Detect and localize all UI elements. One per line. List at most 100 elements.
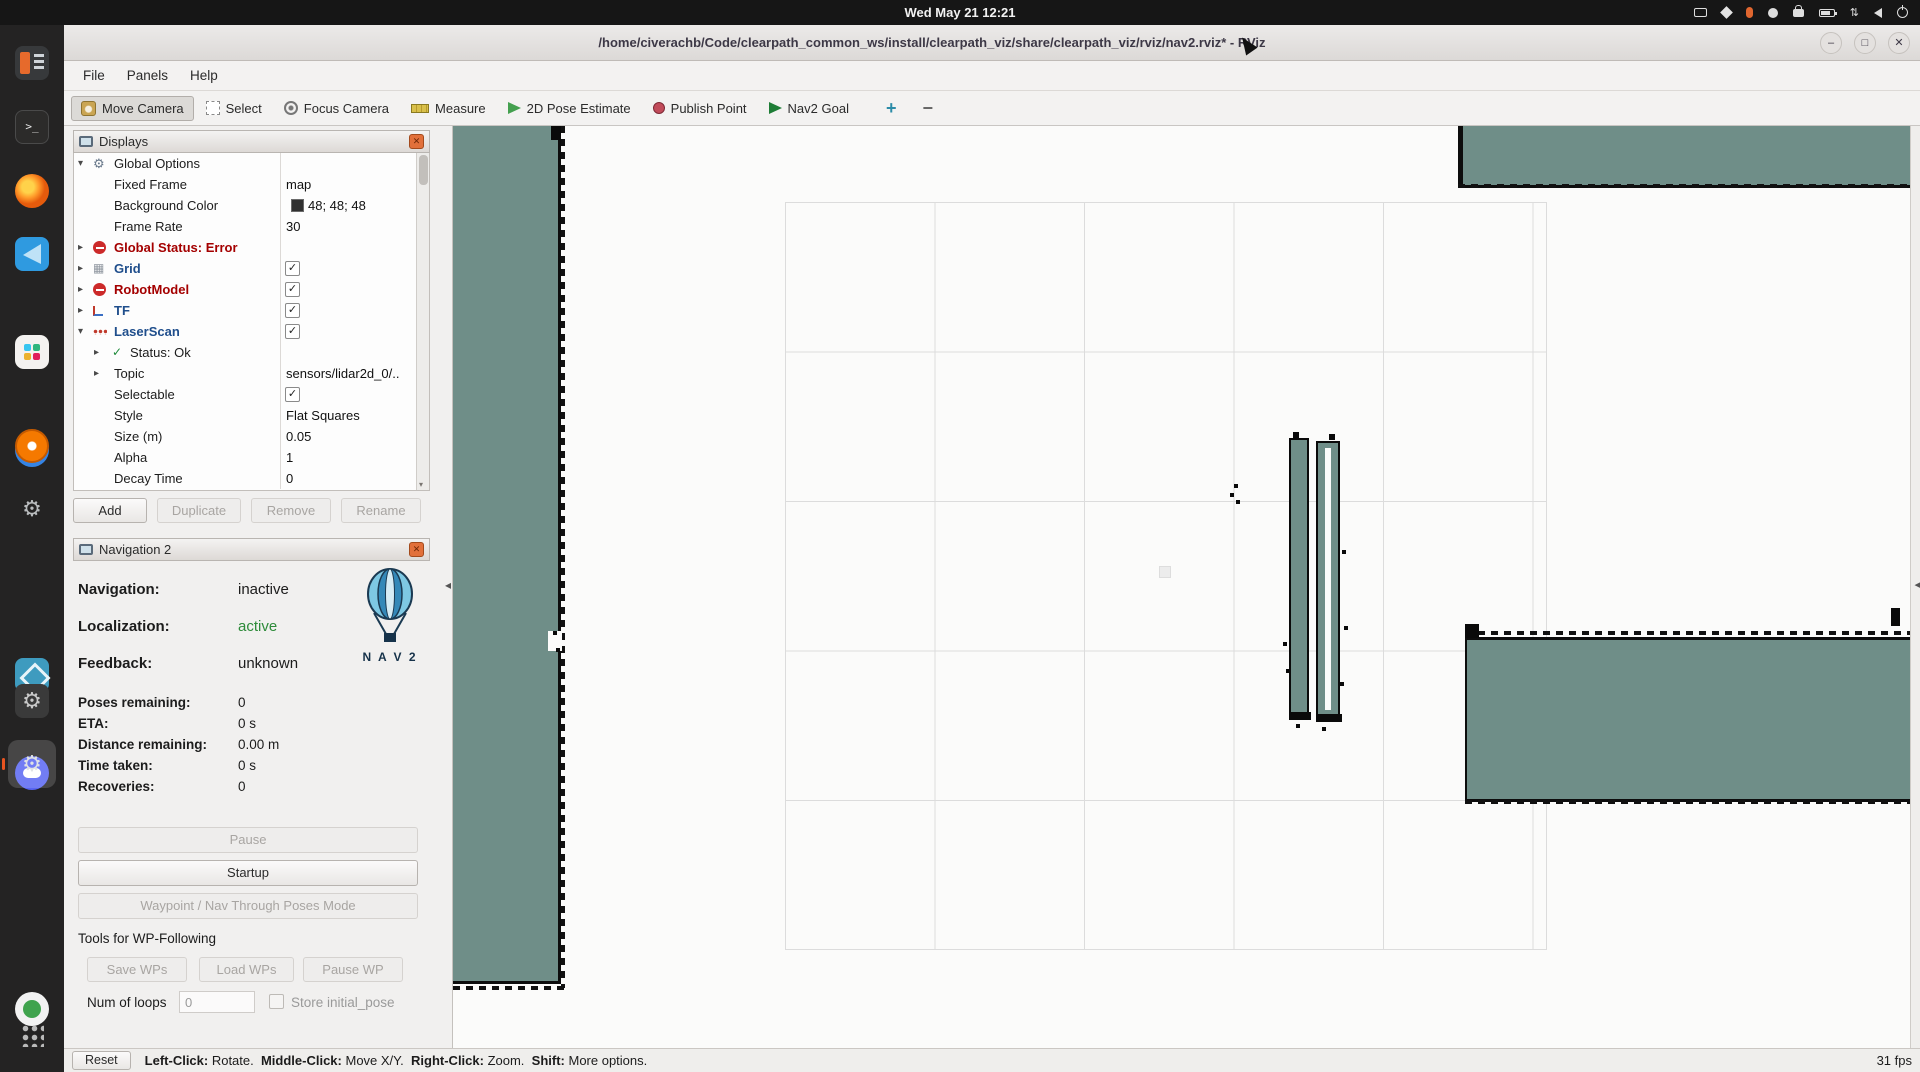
map-wall-left-speckle — [561, 126, 565, 988]
rename-button[interactable]: Rename — [341, 498, 421, 523]
store-initial-pose-checkbox[interactable] — [269, 994, 284, 1009]
style-value[interactable]: Flat Squares — [281, 405, 418, 426]
scroll-down-icon[interactable]: ▾ — [419, 480, 423, 489]
row-topic[interactable]: ▸ Topic sensors/lidar2d_0/.. — [74, 363, 429, 384]
displays-panel-header[interactable]: Displays ✕ — [73, 130, 430, 153]
system-clock[interactable]: Wed May 21 12:21 — [0, 0, 1920, 25]
grid-checkbox[interactable]: ✓ — [285, 261, 300, 276]
text-editor-icon[interactable] — [15, 46, 49, 80]
row-global-options[interactable]: ▾ ⚙ Global Options — [74, 153, 429, 174]
map-speckle — [1891, 608, 1900, 626]
show-applications-icon[interactable] — [20, 1023, 44, 1047]
expand-arrow-icon[interactable]: ▾ — [78, 153, 92, 174]
tool-nav2-goal[interactable]: Nav2 Goal — [759, 96, 859, 121]
scrollbar-thumb[interactable] — [419, 155, 428, 185]
topic-value[interactable]: sensors/lidar2d_0/.. — [281, 363, 418, 384]
remove-tool-button[interactable]: − — [914, 98, 941, 119]
dock: >_ ⚙ ⚙ ⚙ — [0, 25, 64, 1072]
close-button[interactable]: ✕ — [1888, 32, 1910, 54]
tool-measure[interactable]: Measure — [401, 96, 496, 121]
tool-select[interactable]: Select — [196, 96, 272, 121]
nav2-close-icon[interactable]: ✕ — [409, 542, 424, 557]
expand-arrow-icon[interactable]: ▸ — [94, 363, 108, 384]
maximize-button[interactable]: □ — [1854, 32, 1876, 54]
firefox-icon[interactable] — [15, 174, 49, 208]
expand-arrow-icon[interactable]: ▸ — [78, 300, 92, 321]
alpha-value[interactable]: 1 — [281, 447, 418, 468]
tool-move-camera[interactable]: Move Camera — [71, 96, 194, 121]
frame-rate-value[interactable]: 30 — [281, 216, 418, 237]
laser-dot — [1234, 484, 1238, 488]
row-frame-rate[interactable]: Frame Rate 30 — [74, 216, 429, 237]
row-fixed-frame[interactable]: Fixed Frame map — [74, 174, 429, 195]
save-wps-button[interactable]: Save WPs — [87, 957, 187, 982]
displays-close-icon[interactable]: ✕ — [409, 134, 424, 149]
select-icon — [206, 101, 220, 115]
row-alpha[interactable]: Alpha 1 — [74, 447, 429, 468]
map-speckle — [1293, 432, 1299, 438]
row-size-m[interactable]: Size (m) 0.05 — [74, 426, 429, 447]
pause-wp-button[interactable]: Pause WP — [303, 957, 403, 982]
tree-scrollbar[interactable]: ▾ — [416, 153, 429, 490]
settings-gear-icon[interactable]: ⚙ — [15, 492, 49, 526]
menu-panels[interactable]: Panels — [116, 64, 179, 87]
panel-collapse-handle-right[interactable]: ◂ — [1914, 578, 1920, 591]
expand-arrow-icon[interactable]: ▸ — [94, 342, 108, 363]
startup-button[interactable]: Startup — [78, 860, 418, 886]
rhythmbox-icon[interactable] — [15, 429, 49, 463]
vscode-icon[interactable] — [15, 237, 49, 271]
num-loops-input[interactable] — [179, 991, 255, 1013]
row-tf[interactable]: ▸ TF ✓ — [74, 300, 429, 321]
feedback-status-value: unknown — [238, 655, 298, 672]
vpn-icon — [1793, 9, 1804, 17]
row-robot-model[interactable]: ▸ RobotModel ✓ — [74, 279, 429, 300]
row-global-status[interactable]: ▸ Global Status: Error — [74, 237, 429, 258]
navigation-status-value: inactive — [238, 581, 289, 598]
row-grid[interactable]: ▸ ▦ Grid ✓ — [74, 258, 429, 279]
expand-arrow-icon[interactable]: ▸ — [78, 258, 92, 279]
tool-publish-point[interactable]: Publish Point — [643, 96, 757, 121]
load-wps-button[interactable]: Load WPs — [199, 957, 294, 982]
selectable-checkbox[interactable]: ✓ — [285, 387, 300, 402]
nav2-panel-header[interactable]: Navigation 2 ✕ — [73, 538, 430, 561]
minimize-button[interactable]: – — [1820, 32, 1842, 54]
fixed-frame-value[interactable]: map — [281, 174, 418, 195]
add-tool-button[interactable]: + — [878, 98, 905, 119]
tf-checkbox[interactable]: ✓ — [285, 303, 300, 318]
row-selectable[interactable]: Selectable ✓ — [74, 384, 429, 405]
terminal-icon[interactable]: >_ — [15, 110, 49, 144]
background-color-value[interactable]: 48; 48; 48 — [281, 195, 418, 216]
system-tray[interactable]: ⇅ — [1694, 0, 1908, 25]
nav2-goal-icon — [769, 102, 782, 114]
microphone-icon — [1746, 7, 1753, 18]
green-app-icon[interactable] — [15, 992, 49, 1026]
rviz-app-icon[interactable]: ⚙ — [15, 747, 49, 781]
expand-arrow-icon[interactable]: ▸ — [78, 279, 92, 300]
remove-button[interactable]: Remove — [251, 498, 331, 523]
slack-icon[interactable] — [15, 335, 49, 369]
reset-button[interactable]: Reset — [72, 1051, 131, 1070]
decay-time-value[interactable]: 0 — [281, 468, 418, 489]
menu-file[interactable]: File — [72, 64, 116, 87]
3d-viewport[interactable]: ◂ — [452, 126, 1920, 1048]
pause-button[interactable]: Pause — [78, 827, 418, 853]
menu-help[interactable]: Help — [179, 64, 229, 87]
laser-scan-checkbox[interactable]: ✓ — [285, 324, 300, 339]
robot-model-checkbox[interactable]: ✓ — [285, 282, 300, 297]
row-background-color[interactable]: Background Color 48; 48; 48 — [74, 195, 429, 216]
row-style[interactable]: Style Flat Squares — [74, 405, 429, 426]
window-titlebar[interactable]: /home/civerachb/Code/clearpath_common_ws… — [64, 25, 1920, 61]
row-decay-time[interactable]: Decay Time 0 — [74, 468, 429, 489]
expand-arrow-icon[interactable]: ▾ — [78, 321, 92, 342]
add-button[interactable]: Add — [73, 498, 147, 523]
row-laser-scan[interactable]: ▾ LaserScan ✓ — [74, 321, 429, 342]
size-value[interactable]: 0.05 — [281, 426, 418, 447]
expand-arrow-icon[interactable]: ▸ — [78, 237, 92, 258]
waypoint-mode-button[interactable]: Waypoint / Nav Through Poses Mode — [78, 893, 418, 919]
panel-collapse-handle-left[interactable]: ◂ — [445, 578, 451, 592]
duplicate-button[interactable]: Duplicate — [157, 498, 241, 523]
tool-2d-pose-estimate[interactable]: 2D Pose Estimate — [498, 96, 641, 121]
ros-gear-icon[interactable]: ⚙ — [15, 684, 49, 718]
row-status-ok[interactable]: ▸ ✓ Status: Ok — [74, 342, 429, 363]
tool-focus-camera[interactable]: Focus Camera — [274, 96, 399, 121]
